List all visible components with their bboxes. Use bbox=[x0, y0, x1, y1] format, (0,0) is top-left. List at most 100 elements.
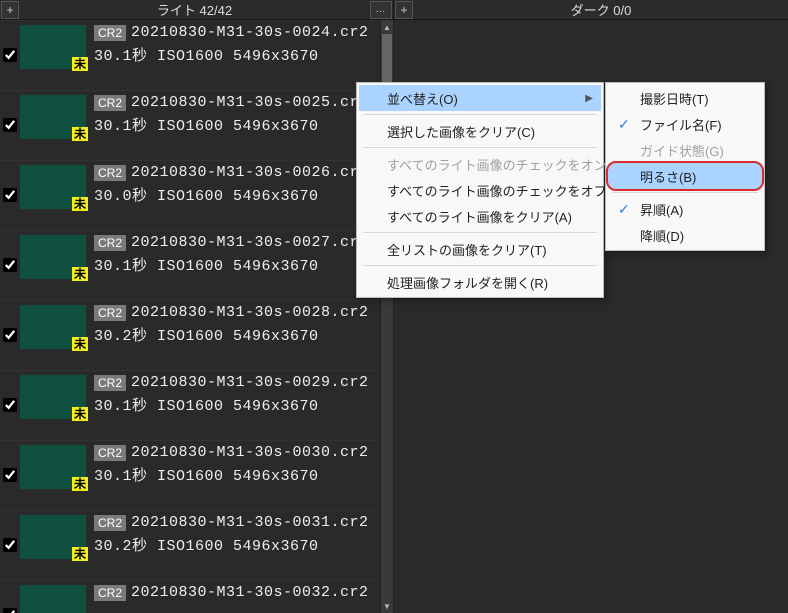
status-badge: 未 bbox=[72, 477, 88, 491]
sort-submenu: 撮影日時(T) ✓ ファイル名(F) ガイド状態(G) 明るさ(B) ✓ 昇順(… bbox=[605, 82, 765, 251]
item-checkbox[interactable] bbox=[3, 398, 17, 412]
file-name: 20210830-M31-30s-0027.cr2 bbox=[131, 234, 369, 251]
lights-menu-button[interactable]: … bbox=[370, 1, 392, 19]
file-name: 20210830-M31-30s-0031.cr2 bbox=[131, 514, 369, 531]
list-item[interactable]: 未CR220210830-M31-30s-0031.cr230.2秒 ISO16… bbox=[0, 510, 380, 580]
info-col: CR220210830-M31-30s-0029.cr230.1秒 ISO160… bbox=[88, 373, 378, 415]
filetype-tag: CR2 bbox=[94, 25, 126, 41]
info-col: CR2 20210830-M31-30s-0024.cr2 30.1秒 ISO160… bbox=[88, 23, 378, 65]
checkbox-col bbox=[2, 303, 18, 342]
info-col: CR220210830-M31-30s-0031.cr230.2秒 ISO160… bbox=[88, 513, 378, 555]
thumbnail-col: 未 bbox=[18, 233, 88, 281]
thumbnail-col: 未 bbox=[18, 443, 88, 491]
thumbnail-col: 未 bbox=[18, 23, 88, 71]
file-meta: 30.1秒 ISO1600 5496x3670 bbox=[94, 44, 378, 65]
status-badge: 未 bbox=[72, 267, 88, 281]
sort-asc-label: 昇順(A) bbox=[640, 200, 683, 219]
file-meta: 30.1秒 ISO1600 5496x3670 bbox=[94, 464, 378, 485]
sort-desc[interactable]: 降順(D) bbox=[608, 222, 762, 248]
sort-desc-label: 降順(D) bbox=[640, 226, 684, 245]
status-badge: 未 bbox=[72, 127, 88, 141]
add-light-button[interactable]: + bbox=[1, 1, 19, 19]
menu-separator bbox=[363, 265, 597, 266]
filetype-tag: CR2 bbox=[94, 445, 126, 461]
thumbnail-col: 未 bbox=[18, 93, 88, 141]
sort-by-datetime[interactable]: 撮影日時(T) bbox=[608, 85, 762, 111]
body: 未 CR2 20210830-M31-30s-0024.cr2 30.1秒 ISO16… bbox=[0, 20, 788, 613]
thumbnail-col: 未 bbox=[18, 303, 88, 351]
list-item[interactable]: 未CR220210830-M31-30s-0027.cr230.1秒 ISO16… bbox=[0, 230, 380, 300]
filetype-tag: CR2 bbox=[94, 375, 126, 391]
info-col: CR2 20210830-M31-30s-0030.cr2 30.1秒 ISO160… bbox=[88, 443, 378, 485]
checkbox-col bbox=[2, 93, 18, 132]
list-item[interactable]: 未 CR2 20210830-M31-30s-0024.cr2 30.1秒 ISO16… bbox=[0, 20, 380, 90]
menu-separator bbox=[612, 192, 758, 193]
file-meta: 30.2秒 ISO1600 5496x3670 bbox=[94, 324, 378, 345]
item-checkbox[interactable] bbox=[3, 118, 17, 132]
list-item[interactable]: 未 CR2 20210830-M31-30s-0030.cr2 30.1秒 ISO16… bbox=[0, 440, 380, 510]
checkbox-col bbox=[2, 163, 18, 202]
scroll-up-button[interactable]: ▲ bbox=[381, 20, 393, 34]
info-col: CR220210830-M31-30s-0032.cr2 bbox=[88, 583, 378, 604]
header-left: + ライト 42/42 … bbox=[0, 0, 394, 19]
menu-clear-all-lights[interactable]: すべてのライト画像をクリア(A) bbox=[359, 203, 601, 229]
sort-by-brightness[interactable]: 明るさ(B) bbox=[608, 163, 762, 189]
menu-clear-all[interactable]: 全リストの画像をクリア(T) bbox=[359, 236, 601, 262]
file-meta: 30.1秒 ISO1600 5496x3670 bbox=[94, 254, 378, 275]
status-badge: 未 bbox=[72, 57, 88, 71]
check-icon: ✓ bbox=[618, 201, 630, 218]
item-checkbox[interactable] bbox=[3, 328, 17, 342]
list-item[interactable]: CR220210830-M31-30s-0032.cr2 bbox=[0, 580, 380, 613]
info-col: CR220210830-M31-30s-0025.cr230.1秒 ISO160… bbox=[88, 93, 378, 135]
item-checkbox[interactable] bbox=[3, 258, 17, 272]
sort-by-guide-label: ガイド状態(G) bbox=[640, 141, 724, 160]
list-item[interactable]: 未CR220210830-M31-30s-0028.cr230.2秒 ISO16… bbox=[0, 300, 380, 370]
header: + ライト 42/42 … + ダーク 0/0 bbox=[0, 0, 788, 20]
thumbnail[interactable] bbox=[20, 585, 86, 613]
list-item[interactable]: 未CR220210830-M31-30s-0029.cr230.1秒 ISO16… bbox=[0, 370, 380, 440]
item-checkbox[interactable] bbox=[3, 188, 17, 202]
menu-sort[interactable]: 並べ替え(O) ▶ bbox=[359, 85, 601, 111]
info-col: CR220210830-M31-30s-0028.cr230.2秒 ISO160… bbox=[88, 303, 378, 345]
item-checkbox[interactable] bbox=[3, 48, 17, 62]
item-checkbox[interactable] bbox=[3, 608, 17, 613]
file-name: 20210830-M31-30s-0026.cr2 bbox=[131, 164, 369, 181]
filetype-tag: CR2 bbox=[94, 585, 126, 601]
sort-asc[interactable]: ✓ 昇順(A) bbox=[608, 196, 762, 222]
menu-separator bbox=[363, 147, 597, 148]
submenu-arrow-icon: ▶ bbox=[585, 93, 593, 104]
checkbox-col bbox=[2, 583, 18, 613]
menu-separator bbox=[363, 114, 597, 115]
menu-separator bbox=[363, 232, 597, 233]
checkbox-col bbox=[2, 23, 18, 62]
darks-title: ダーク 0/0 bbox=[414, 0, 788, 19]
context-menu: 並べ替え(O) ▶ 選択した画像をクリア(C) すべてのライト画像のチェックをオ… bbox=[356, 82, 604, 298]
list-item[interactable]: 未CR220210830-M31-30s-0026.cr230.0秒 ISO16… bbox=[0, 160, 380, 230]
info-col: CR220210830-M31-30s-0027.cr230.1秒 ISO160… bbox=[88, 233, 378, 275]
scroll-down-button[interactable]: ▼ bbox=[381, 599, 393, 613]
thumbnail-col: 未 bbox=[18, 373, 88, 421]
item-checkbox[interactable] bbox=[3, 468, 17, 482]
sort-by-filename[interactable]: ✓ ファイル名(F) bbox=[608, 111, 762, 137]
menu-clear-selected[interactable]: 選択した画像をクリア(C) bbox=[359, 118, 601, 144]
file-name: 20210830-M31-30s-0024.cr2 bbox=[131, 24, 369, 41]
status-badge: 未 bbox=[72, 547, 88, 561]
filetype-tag: CR2 bbox=[94, 165, 126, 181]
menu-open-folder[interactable]: 処理画像フォルダを開く(R) bbox=[359, 269, 601, 295]
sort-by-guide[interactable]: ガイド状態(G) bbox=[608, 137, 762, 163]
lights-title: ライト 42/42 bbox=[20, 0, 369, 19]
menu-sort-label: 並べ替え(O) bbox=[387, 89, 458, 108]
check-icon: ✓ bbox=[618, 116, 630, 133]
add-dark-button[interactable]: + bbox=[395, 1, 413, 19]
sort-by-datetime-label: 撮影日時(T) bbox=[640, 89, 709, 108]
item-checkbox[interactable] bbox=[3, 538, 17, 552]
file-name: 20210830-M31-30s-0029.cr2 bbox=[131, 374, 369, 391]
thumbnail-col: 未 bbox=[18, 513, 88, 561]
checkbox-col bbox=[2, 233, 18, 272]
menu-check-all-off[interactable]: すべてのライト画像のチェックをオフ(F) bbox=[359, 177, 601, 203]
menu-check-all-on[interactable]: すべてのライト画像のチェックをオン(N) bbox=[359, 151, 601, 177]
file-name: 20210830-M31-30s-0030.cr2 bbox=[131, 444, 369, 461]
checkbox-col bbox=[2, 513, 18, 552]
list-item[interactable]: 未CR220210830-M31-30s-0025.cr230.1秒 ISO16… bbox=[0, 90, 380, 160]
file-meta: 30.2秒 ISO1600 5496x3670 bbox=[94, 534, 378, 555]
